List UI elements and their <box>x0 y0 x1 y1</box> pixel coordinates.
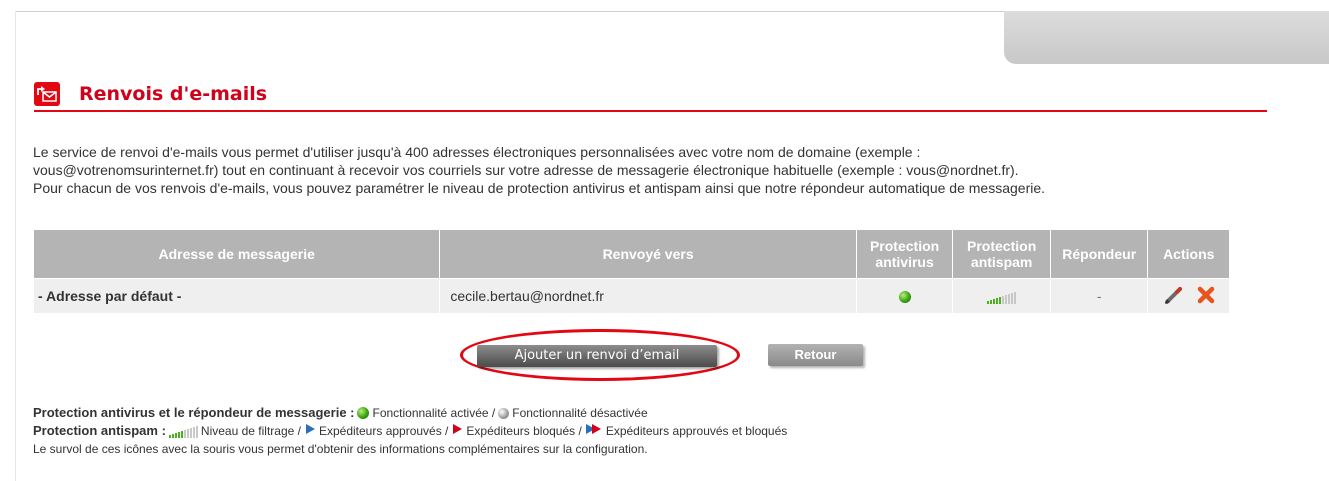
cell-responder: - <box>1050 278 1148 313</box>
cell-antispam <box>953 278 1050 313</box>
level-bar <box>1008 294 1011 305</box>
hover-note-text: Le survol de ces icônes avec la souris v… <box>33 442 648 456</box>
blocked-senders-icon <box>451 423 463 439</box>
cell-target-email: cecile.bertau@nordnet.fr <box>440 278 856 313</box>
legend-antispam-label: Protection antispam : <box>33 423 166 438</box>
level-bar <box>1011 293 1014 305</box>
intro-text: Le service de renvoi d'e-mails vous perm… <box>33 143 1273 197</box>
legend-approved-text: Expéditeurs approuvés / <box>318 424 449 438</box>
level-bar <box>180 431 183 438</box>
table-row: - Adresse par défaut - cecile.bertau@nor… <box>34 278 1229 313</box>
pencil-icon[interactable] <box>1163 284 1185 309</box>
level-bar <box>993 299 996 305</box>
cell-actions <box>1148 278 1229 313</box>
filter-level-icon <box>168 424 198 438</box>
enabled-dot-icon <box>357 407 370 419</box>
level-bar <box>174 433 177 438</box>
delete-x-icon[interactable] <box>1197 286 1215 307</box>
column-header-address: Adresse de messagerie <box>34 230 440 278</box>
intro-line-2: vous@votrenomsurinternet.fr) tout en con… <box>33 162 1019 178</box>
column-header-responder: Répondeur <box>1050 230 1148 278</box>
level-bar <box>168 435 171 438</box>
antispam-header-line-2: antispam <box>970 254 1033 270</box>
header-tab-shape <box>1004 11 1329 64</box>
level-bar <box>183 430 186 438</box>
legend-disabled-text: Fonctionnalité désactivée <box>512 406 648 420</box>
cell-antivirus <box>856 278 953 313</box>
level-bar <box>999 297 1002 305</box>
email-forward-icon <box>34 82 60 106</box>
level-bar <box>1002 296 1005 305</box>
legend-antivirus-label: Protection antivirus et le répondeur de … <box>33 405 355 420</box>
disabled-dot-icon <box>498 407 510 419</box>
legend-enabled-text: Fonctionnalité activée / <box>372 406 496 420</box>
add-forwarding-button[interactable]: Ajouter un renvoi d’email <box>477 345 717 367</box>
antivirus-header-line-1: Protection <box>869 238 940 254</box>
legend-line-antivirus: Protection antivirus et le répondeur de … <box>33 404 787 422</box>
legend: Protection antivirus et le répondeur de … <box>33 404 787 458</box>
approved-senders-icon <box>304 423 316 439</box>
legend-filter-text: Niveau de filtrage / <box>200 424 301 438</box>
antispam-level-icon[interactable] <box>987 290 1017 305</box>
legend-hover-note: Le survol de ces icônes avec la souris v… <box>33 440 787 458</box>
intro-line-1: Le service de renvoi d'e-mails vous perm… <box>33 144 921 160</box>
legend-blocked-text: Expéditeurs bloqués / <box>466 424 582 438</box>
antivirus-enabled-icon[interactable] <box>898 291 911 304</box>
level-bar <box>987 301 990 305</box>
column-header-antispam: Protection antispam <box>953 230 1050 278</box>
level-bar <box>195 426 198 438</box>
legend-approved-blocked-text: Expéditeurs approuvés et bloqués <box>605 424 788 438</box>
antivirus-header-line-2: antivirus <box>875 254 934 270</box>
page-frame-left <box>15 11 16 481</box>
page-title: Renvois d'e-mails <box>79 83 268 105</box>
column-header-actions: Actions <box>1148 230 1229 278</box>
column-header-target: Renvoyé vers <box>440 230 856 278</box>
forwarding-table: Adresse de messagerie Renvoyé vers Prote… <box>33 230 1230 313</box>
level-bar <box>1014 292 1017 305</box>
level-bar <box>1005 295 1008 305</box>
level-bar <box>192 427 195 438</box>
level-bar <box>186 429 189 438</box>
title-divider <box>34 110 1267 112</box>
section-header: Renvois d'e-mails <box>34 82 1267 112</box>
intro-line-3: Pour chacun de vos renvois d'e-mails, vo… <box>33 180 1046 196</box>
back-button[interactable]: Retour <box>768 344 863 366</box>
level-bar <box>177 432 180 438</box>
column-header-antivirus: Protection antivirus <box>856 230 953 278</box>
level-bar <box>990 300 993 305</box>
antispam-header-line-1: Protection <box>967 238 1037 254</box>
approved-and-blocked-icon <box>585 423 603 439</box>
level-bar <box>996 298 999 305</box>
level-bar <box>189 428 192 438</box>
legend-line-antispam: Protection antispam : Niveau de filtrage… <box>33 422 787 440</box>
level-bar <box>171 434 174 438</box>
cell-address: - Adresse par défaut - <box>34 278 440 313</box>
table-header-row: Adresse de messagerie Renvoyé vers Prote… <box>34 230 1229 278</box>
